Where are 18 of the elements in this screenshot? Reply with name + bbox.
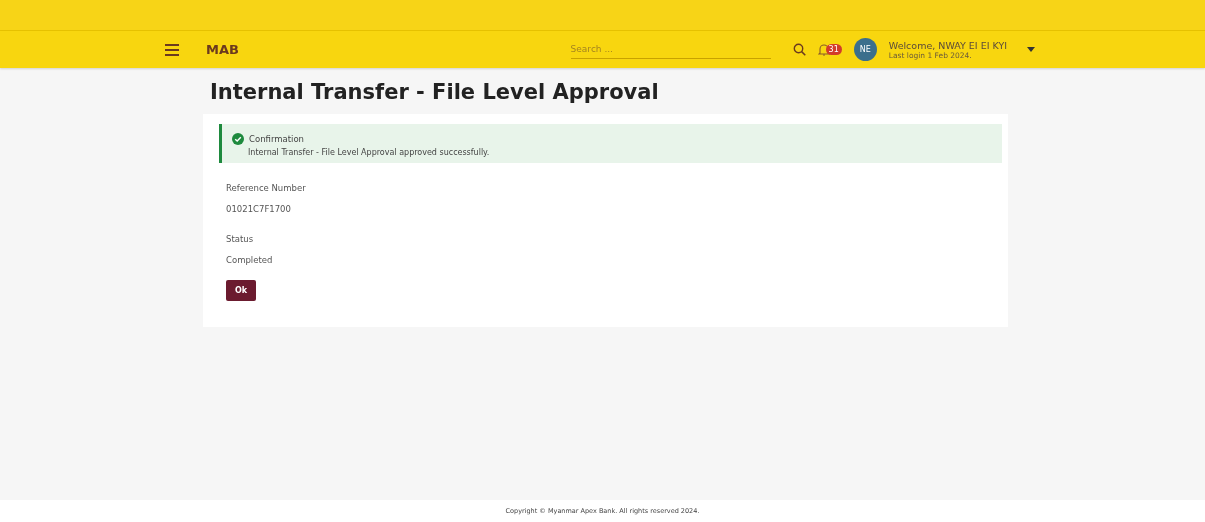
field-value: Completed (226, 255, 273, 265)
menu-icon[interactable] (165, 43, 179, 56)
notification-badge: 31 (825, 44, 842, 55)
bell-icon[interactable] (817, 43, 830, 56)
field-label: Reference Number (226, 183, 306, 193)
search-field[interactable]: Search ... (570, 40, 771, 59)
ok-button[interactable]: Ok (226, 280, 257, 301)
alert-message: Internal Transfer - File Level Approval approved successfully. (248, 148, 491, 157)
alert-title: Confirmation (249, 134, 304, 144)
user-avatar[interactable]: NE (853, 38, 877, 61)
welcome-text: Welcome, NWAY EI EI KYI (888, 39, 1007, 51)
caret-icon[interactable] (1027, 47, 1035, 52)
bank-logo[interactable]: MAB (206, 42, 239, 57)
check-circle-icon (232, 133, 244, 145)
field-label: Status (226, 234, 255, 244)
page-title: Internal Transfer - File Level Approval (210, 80, 660, 104)
field-value: 01021C7F1700 (226, 204, 292, 214)
search-icon[interactable] (792, 43, 806, 56)
